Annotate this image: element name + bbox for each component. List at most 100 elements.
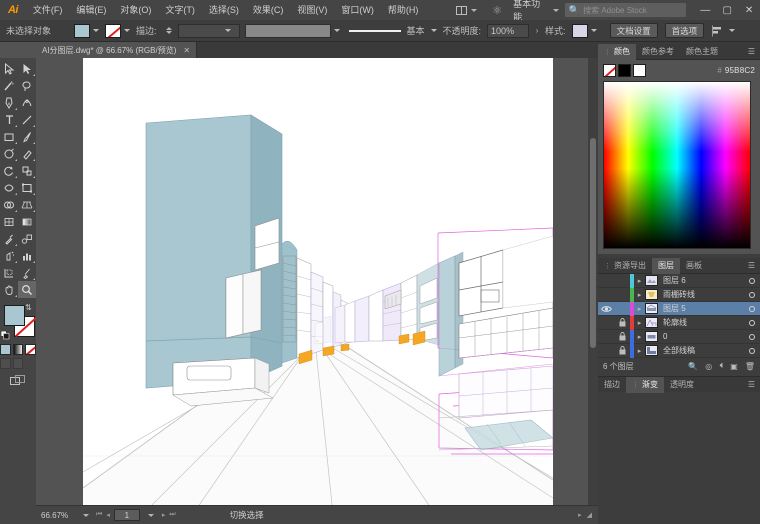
layer-expand-icon[interactable]: ▸ <box>634 333 645 341</box>
menu-window[interactable]: 窗口(W) <box>334 0 381 20</box>
color-none-swatch[interactable] <box>603 64 616 77</box>
scrollbar-thumb[interactable] <box>590 138 596 348</box>
fill-chevron-down-icon[interactable] <box>93 29 99 32</box>
default-fill-stroke-icon[interactable] <box>0 330 10 340</box>
layer-name[interactable]: 全部线稿 <box>663 345 744 356</box>
layers-panel-menu-icon[interactable]: ☰ <box>748 261 760 270</box>
layer-expand-icon[interactable]: ▸ <box>634 319 645 327</box>
table-row[interactable]: ▸ 全部线稿 <box>598 343 760 358</box>
document-setup-button[interactable]: 文档设置 <box>609 23 658 38</box>
layer-lock-toggle[interactable] <box>614 332 630 341</box>
pen-tool[interactable] <box>0 94 18 111</box>
swap-fill-stroke-icon[interactable]: ⇅ <box>25 303 34 312</box>
make-mask-icon[interactable]: ◎ <box>705 362 712 371</box>
canvas-vertical-scrollbar[interactable] <box>588 58 598 505</box>
tab-asset-export[interactable]: ⋮ 资源导出 <box>598 258 652 274</box>
layer-name[interactable]: 雨棚砖线 <box>663 289 744 300</box>
tab-artboards[interactable]: 画板 <box>680 258 708 274</box>
new-sublayer-icon[interactable]: ⏴ <box>719 361 723 371</box>
close-button[interactable]: ✕ <box>738 0 760 20</box>
selection-tool[interactable] <box>0 60 18 77</box>
delete-layer-icon[interactable]: 🗑 <box>745 362 755 371</box>
maximize-button[interactable]: ▢ <box>716 0 738 20</box>
fill-color-swatch[interactable] <box>74 23 90 38</box>
arrange-chevron-down-icon[interactable] <box>471 8 478 12</box>
hex-value[interactable]: 95B8C2 <box>725 66 755 75</box>
table-row[interactable]: ▸ 雨棚砖线 <box>598 287 760 302</box>
zoom-tool[interactable] <box>18 281 36 298</box>
layer-lock-toggle[interactable] <box>614 346 630 355</box>
document-tab[interactable]: AI分图层.dwg* @ 66.67% (RGB/预览) ✕ <box>36 42 198 58</box>
graphic-style-swatch[interactable] <box>571 23 588 38</box>
table-row[interactable]: ▸ 图层 5 <box>598 301 760 316</box>
stroke-style-preview[interactable] <box>345 23 404 38</box>
stock-search-input[interactable]: 🔍 搜索 Adobe Stock <box>564 3 687 17</box>
rotate-tool[interactable] <box>0 162 18 179</box>
stroke-profile-field[interactable] <box>244 23 331 38</box>
stroke-weight-stepper[interactable] <box>165 27 174 34</box>
line-segment-tool[interactable] <box>18 111 36 128</box>
draw-inside-icon[interactable] <box>25 358 37 369</box>
tab-color-themes[interactable]: 颜色主题 <box>680 44 724 60</box>
hand-tool[interactable] <box>0 281 18 298</box>
color-panel-menu-icon[interactable]: ☰ <box>748 47 760 56</box>
color-mode-none-icon[interactable] <box>25 344 37 355</box>
close-icon[interactable]: ✕ <box>183 46 190 55</box>
next-artboard-icon[interactable]: ▸ <box>162 511 166 519</box>
tab-color-guide[interactable]: 颜色参考 <box>636 44 680 60</box>
opacity-flyout-icon[interactable]: › <box>529 26 545 35</box>
direct-selection-tool[interactable] <box>18 60 36 77</box>
preferences-button[interactable]: 首选项 <box>664 23 705 38</box>
hex-field[interactable]: # 95B8C2 <box>717 66 755 75</box>
bottom-panel-menu-icon[interactable]: ☰ <box>748 380 760 389</box>
mesh-tool[interactable] <box>0 213 18 230</box>
gradient-tool[interactable] <box>18 213 36 230</box>
artboard-number-field[interactable]: 1 <box>113 509 140 521</box>
layer-lock-toggle[interactable] <box>614 318 630 327</box>
screen-mode-button[interactable] <box>0 375 36 387</box>
layer-name[interactable]: 图层 6 <box>663 275 744 286</box>
table-row[interactable]: ▸ 轮廓线 <box>598 315 760 330</box>
curvature-tool[interactable] <box>18 94 36 111</box>
magic-wand-tool[interactable] <box>0 77 18 94</box>
prev-artboard-icon[interactable]: ◂ <box>106 511 110 519</box>
rectangle-tool[interactable] <box>0 128 18 145</box>
draw-behind-icon[interactable] <box>12 358 24 369</box>
menu-type[interactable]: 文字(T) <box>158 0 202 20</box>
menu-view[interactable]: 视图(V) <box>290 0 334 20</box>
draw-normal-icon[interactable] <box>0 358 11 369</box>
tab-stroke[interactable]: 描边 <box>598 377 626 393</box>
stroke-chevron-down-icon[interactable] <box>124 29 130 32</box>
align-chevron-down-icon[interactable] <box>729 29 736 32</box>
width-tool[interactable] <box>0 179 18 196</box>
color-spectrum-picker[interactable] <box>603 81 751 249</box>
layer-target-circle[interactable] <box>744 347 760 354</box>
shaper-tool[interactable] <box>0 145 18 162</box>
stroke-weight-field[interactable] <box>177 23 240 38</box>
locate-object-icon[interactable]: 🔍 <box>688 362 698 371</box>
paintbrush-tool[interactable] <box>18 128 36 145</box>
tab-transparency[interactable]: 透明度 <box>664 377 700 393</box>
fill-swatch[interactable] <box>4 305 25 326</box>
tab-color[interactable]: ⋮ 颜色 <box>598 43 636 60</box>
menu-edit[interactable]: 编辑(E) <box>69 0 113 20</box>
menu-select[interactable]: 选择(S) <box>202 0 246 20</box>
lasso-tool[interactable] <box>18 77 36 94</box>
layer-name[interactable]: 0 <box>663 332 744 341</box>
layer-expand-icon[interactable]: ▸ <box>634 305 645 313</box>
layer-target-circle[interactable] <box>744 305 760 312</box>
shape-builder-tool[interactable] <box>0 196 18 213</box>
stroke-profile-chevron-down-icon[interactable] <box>333 29 340 32</box>
color-mode-gradient-icon[interactable] <box>12 344 24 355</box>
first-artboard-icon[interactable]: ⏮ <box>96 511 102 519</box>
color-mode-solid-icon[interactable] <box>0 344 11 355</box>
column-graph-tool[interactable] <box>18 247 36 264</box>
workspace-chevron-down-icon[interactable] <box>552 8 559 12</box>
layer-target-circle[interactable] <box>744 333 760 340</box>
eyedropper-tool[interactable] <box>0 230 18 247</box>
artboard-chevron-down-icon[interactable] <box>147 513 154 517</box>
type-tool[interactable] <box>0 111 18 128</box>
color-white-swatch[interactable] <box>633 64 646 77</box>
status-flyout-icon[interactable]: ▸ <box>578 511 582 519</box>
layer-target-circle[interactable] <box>744 291 760 298</box>
